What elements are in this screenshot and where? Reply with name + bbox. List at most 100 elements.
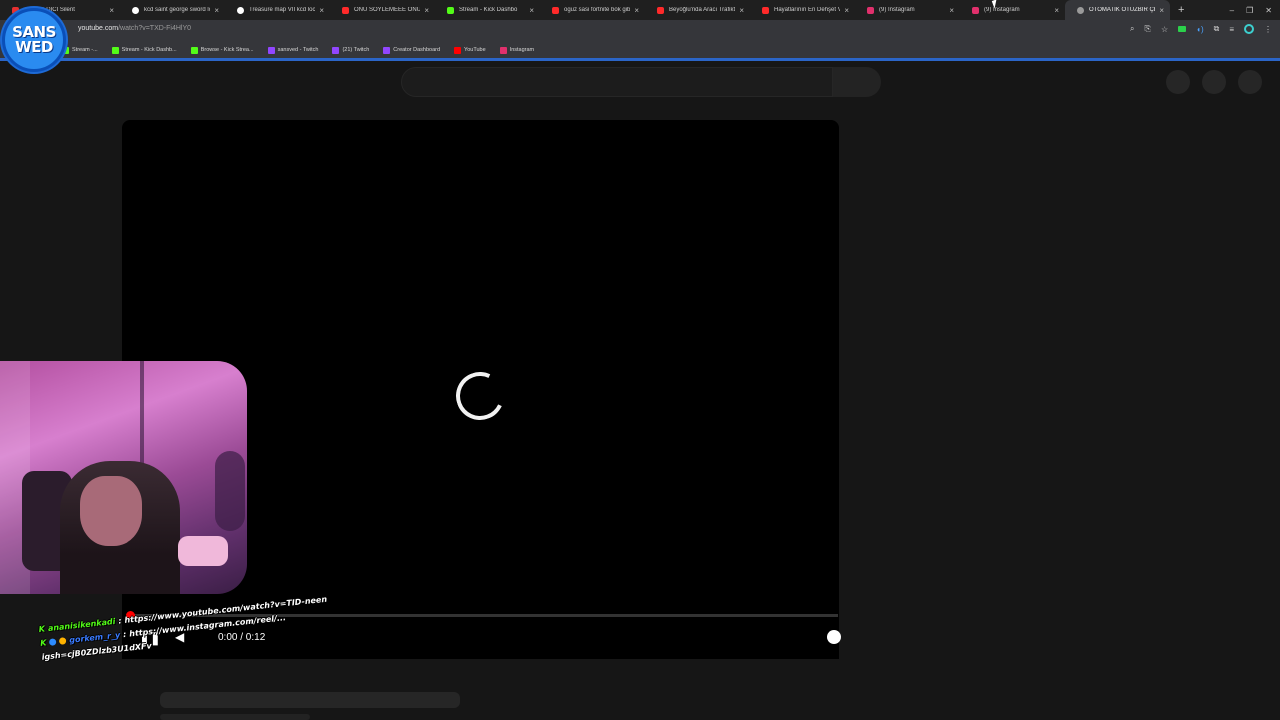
meta-placeholder bbox=[160, 714, 310, 720]
omnibox-row: youtube.com/watch?v=TXD-Fi4HlY0 ⌕ ⎘ ☆ ◖)… bbox=[0, 20, 1280, 42]
restore-icon[interactable]: ❐ bbox=[1246, 6, 1253, 15]
tab-close-icon[interactable]: × bbox=[634, 6, 639, 15]
bookmark-label: sansved - Twitch bbox=[277, 47, 319, 53]
tab-close-icon[interactable]: × bbox=[319, 6, 324, 15]
tab-title: (9) Instagram bbox=[879, 7, 915, 13]
audio-extension-icon[interactable]: ◖) bbox=[1196, 25, 1204, 34]
install-app-icon[interactable]: ⎘ bbox=[1145, 24, 1151, 34]
toolbar-icons: ⌕ ⎘ ☆ ◖) ⧉ ≡ ⋮ bbox=[1130, 24, 1272, 34]
tab-title: oguz sasi fortnite bok gib bbox=[564, 7, 631, 13]
instagram-favicon-icon bbox=[867, 6, 874, 14]
bookmarks-bar: Stream -... Stream - Kick Dashb... Brows… bbox=[0, 42, 1280, 58]
webcam-plush bbox=[178, 536, 228, 566]
url-path: /watch?v=TXD-Fi4HlY0 bbox=[118, 25, 192, 32]
tab[interactable]: (9) Instagram × bbox=[855, 0, 960, 20]
youtube-favicon-icon bbox=[342, 6, 349, 14]
bookmark-item[interactable]: Creator Dashboard bbox=[383, 46, 441, 54]
bookmark-star-icon[interactable]: ☆ bbox=[1161, 25, 1168, 34]
toolbar-divider bbox=[0, 58, 1280, 61]
bookmark-item[interactable]: Stream -... bbox=[62, 46, 98, 54]
tab-title: Treasure map VII kcd locat bbox=[249, 7, 316, 13]
tab-title: OTOMATİK OTUZBİR ÇEK bbox=[1089, 7, 1156, 13]
tab-close-icon[interactable]: × bbox=[529, 6, 534, 15]
tab-close-icon[interactable]: × bbox=[1159, 6, 1164, 15]
bookmark-label: Creator Dashboard bbox=[393, 47, 441, 53]
url-host: youtube.com bbox=[78, 25, 119, 32]
media-icon[interactable]: ≡ bbox=[1229, 25, 1234, 34]
tab-active[interactable]: OTOMATİK OTUZBİR ÇEK × bbox=[1065, 0, 1170, 20]
streamer-logo: SANS WED bbox=[2, 8, 66, 72]
tab[interactable]: Stream - Kick Dashbo × bbox=[435, 0, 540, 20]
window-controls: – ❐ ✕ bbox=[1230, 0, 1280, 20]
youtube-favicon-icon bbox=[657, 6, 664, 14]
bookmark-label: YouTube bbox=[464, 47, 486, 53]
tab-close-icon[interactable]: × bbox=[424, 6, 429, 15]
tab-close-icon[interactable]: × bbox=[214, 6, 219, 15]
badge-icon bbox=[58, 636, 67, 645]
tab-title: Stream - Kick Dashbo bbox=[459, 7, 518, 13]
badge-icon bbox=[48, 637, 57, 646]
bookmark-item[interactable]: Browse - Kick Strea... bbox=[190, 46, 254, 54]
avatar[interactable] bbox=[1238, 70, 1262, 94]
menu-kebab-icon[interactable]: ⋮ bbox=[1264, 25, 1272, 34]
tab-title: Beyoğlu'nda Aracı Trafikte bbox=[669, 7, 736, 13]
new-tab-button[interactable]: + bbox=[1178, 4, 1184, 16]
google-favicon-icon bbox=[237, 6, 244, 14]
address-bar[interactable]: youtube.com/watch?v=TXD-Fi4HlY0 bbox=[78, 25, 191, 32]
kick-favicon-icon bbox=[447, 6, 454, 14]
google-favicon-icon bbox=[132, 6, 139, 14]
tab[interactable]: ONU SÖYLEMEEE ONU × bbox=[330, 0, 435, 20]
extension-icon[interactable] bbox=[1178, 26, 1187, 32]
tab-close-icon[interactable]: × bbox=[739, 6, 744, 15]
notifications-icon[interactable] bbox=[1202, 70, 1226, 94]
bookmark-label: Stream -... bbox=[72, 47, 98, 53]
tab-close-icon[interactable]: × bbox=[949, 6, 954, 15]
bookmark-item[interactable]: YouTube bbox=[454, 46, 486, 54]
bookmark-item[interactable]: Stream - Kick Dashb... bbox=[111, 46, 177, 54]
kick-icon bbox=[190, 46, 198, 54]
tab[interactable]: kcd saint george sword lo × bbox=[120, 0, 225, 20]
tab-close-icon[interactable]: × bbox=[1054, 6, 1059, 15]
bookmark-item[interactable]: sansved - Twitch bbox=[267, 46, 319, 54]
instagram-favicon-icon bbox=[972, 6, 979, 14]
youtube-icon bbox=[454, 46, 462, 54]
webcam-background bbox=[215, 451, 245, 531]
extensions-puzzle-icon[interactable]: ⧉ bbox=[1214, 24, 1220, 34]
bookmark-label: (21) Twitch bbox=[342, 47, 370, 53]
tab-title: Hayatlarının En Dehşet Ve bbox=[774, 7, 841, 13]
zoom-icon[interactable]: ⌕ bbox=[1130, 24, 1134, 34]
search-button[interactable] bbox=[833, 67, 881, 97]
tab-close-icon[interactable]: × bbox=[844, 6, 849, 15]
tab[interactable]: Hayatlarının En Dehşet Ve × bbox=[750, 0, 855, 20]
twitch-icon bbox=[332, 46, 340, 54]
tab[interactable]: (9) Instagram × bbox=[960, 0, 1065, 20]
kick-icon bbox=[111, 46, 119, 54]
fullscreen-button[interactable] bbox=[827, 630, 841, 644]
minimize-icon[interactable]: – bbox=[1230, 6, 1234, 15]
bookmark-label: Browse - Kick Strea... bbox=[200, 47, 254, 53]
profile-avatar-icon[interactable] bbox=[1244, 24, 1254, 34]
tab[interactable]: Treasure map VII kcd locat × bbox=[225, 0, 330, 20]
browser-tab-strip: ATSIZ EDİCİ Silent × kcd saint george sw… bbox=[0, 0, 1280, 20]
tab[interactable]: oguz sasi fortnite bok gib × bbox=[540, 0, 645, 20]
loading-favicon-icon bbox=[1077, 6, 1084, 14]
logo-text-line2: WED bbox=[15, 38, 53, 56]
instagram-icon bbox=[499, 46, 507, 54]
tab-title: ONU SÖYLEMEEE ONU bbox=[354, 7, 421, 13]
search-input[interactable] bbox=[401, 67, 833, 97]
tab[interactable]: Beyoğlu'nda Aracı Trafikte × bbox=[645, 0, 750, 20]
tab-close-icon[interactable]: × bbox=[109, 6, 114, 15]
kick-badge-icon: K bbox=[38, 623, 46, 634]
tab-title: kcd saint george sword lo bbox=[144, 7, 211, 13]
youtube-favicon-icon bbox=[552, 6, 559, 14]
bookmark-item[interactable]: (21) Twitch bbox=[332, 46, 370, 54]
bookmark-label: Stream - Kick Dashb... bbox=[121, 47, 177, 53]
bookmark-item[interactable]: Instagram bbox=[499, 46, 534, 54]
create-icon[interactable] bbox=[1166, 70, 1190, 94]
youtube-favicon-icon bbox=[762, 6, 769, 14]
webcam-streamer-face bbox=[80, 476, 142, 546]
kick-badge-icon: K bbox=[39, 637, 47, 648]
chat-separator: : bbox=[122, 629, 127, 639]
title-placeholder bbox=[160, 692, 460, 708]
close-window-icon[interactable]: ✕ bbox=[1265, 6, 1272, 15]
